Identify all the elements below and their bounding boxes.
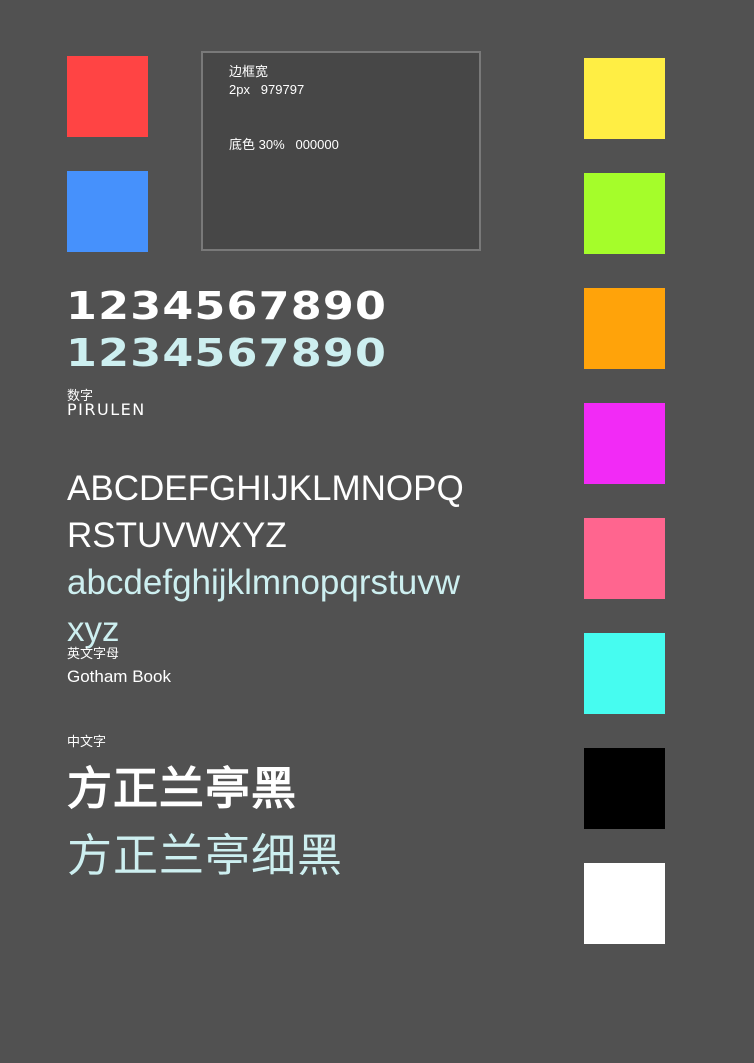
background-spec-label: 底色 30% 000000 bbox=[229, 137, 339, 152]
color-swatch-white bbox=[584, 863, 665, 944]
chinese-label: 中文字 bbox=[67, 734, 107, 749]
color-swatch-black bbox=[584, 748, 665, 829]
color-swatch-red bbox=[67, 56, 148, 137]
numbers-sample-cyan: 1234567890 bbox=[66, 331, 388, 375]
border-width-value: 2px 979797 bbox=[229, 82, 305, 97]
alphabet-upper-line1: ABCDEFGHIJKLMNOPQ bbox=[67, 469, 464, 508]
color-swatch-lime bbox=[584, 173, 665, 254]
color-swatch-blue bbox=[67, 171, 148, 252]
alphabet-upper-line2: RSTUVWXYZ bbox=[67, 516, 287, 555]
chinese-bold-sample: 方正兰亭黑 bbox=[67, 763, 298, 814]
alphabet-lower-line1: abcdefghijklmnopqrstuvw bbox=[67, 563, 460, 602]
color-swatch-pink bbox=[584, 518, 665, 599]
numbers-font-name: PIRULEN bbox=[67, 400, 146, 419]
color-swatch-yellow bbox=[584, 58, 665, 139]
numbers-sample-white: 1234567890 bbox=[66, 284, 388, 328]
color-swatch-orange bbox=[584, 288, 665, 369]
chinese-light-sample: 方正兰亭细黑 bbox=[67, 830, 344, 881]
alphabet-font-name: Gotham Book bbox=[67, 667, 171, 686]
alphabet-label: 英文字母 bbox=[67, 646, 120, 661]
border-width-label: 边框宽 bbox=[229, 64, 269, 79]
style-guide-page: { "colors": { "page_bg": "#515151", "tex… bbox=[0, 0, 754, 1063]
color-swatch-magenta bbox=[584, 403, 665, 484]
color-swatch-cyan bbox=[584, 633, 665, 714]
